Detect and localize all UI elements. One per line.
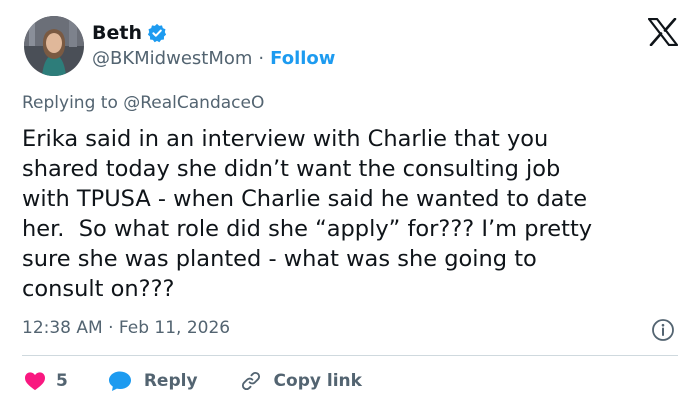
info-icon[interactable] [651, 318, 675, 342]
tweet-date: Feb 11, 2026 [118, 318, 231, 338]
tweet-line: with TPUSA - when Charlie said he wanted… [22, 186, 588, 212]
reply-label: Reply [143, 371, 198, 391]
copy-link-label: Copy link [273, 371, 362, 391]
reply-bubble-icon [108, 370, 132, 392]
copy-link-button[interactable]: Copy link [228, 370, 362, 392]
separator-dot: · [258, 48, 265, 69]
follow-button[interactable]: Follow [270, 48, 335, 69]
link-icon [240, 370, 262, 392]
tweet-timestamp[interactable]: 12:38 AM · Feb 11, 2026 [22, 318, 230, 338]
author-handle-row: @BKMidwestMom · Follow [92, 48, 335, 69]
tweet-line: shared today she didn’t want the consult… [22, 156, 561, 182]
action-bar: 5 Reply Copy link [24, 370, 362, 392]
tweet-line: consult on??? [22, 276, 175, 302]
like-count: 5 [56, 371, 68, 391]
author-name[interactable]: Beth [92, 22, 142, 44]
replying-to-line: Replying to @RealCandaceO [22, 93, 264, 113]
like-button[interactable]: 5 [24, 371, 68, 391]
author-handle[interactable]: @BKMidwestMom [92, 48, 252, 69]
tweet-line: Erika said in an interview with Charlie … [22, 126, 549, 152]
tweet-text: Erika said in an interview with Charlie … [22, 124, 682, 304]
separator-dot: · [108, 318, 114, 338]
reply-button[interactable]: Reply [96, 370, 198, 392]
verified-badge-icon [147, 23, 167, 43]
x-logo-icon[interactable] [647, 17, 679, 47]
tweet-line: sure she was planted - what was she goin… [22, 246, 537, 272]
heart-icon [24, 371, 46, 391]
tweet-line: her. So what role did she “apply” for???… [22, 216, 593, 242]
author-name-row: Beth [92, 22, 167, 44]
tweet-time: 12:38 AM [22, 318, 103, 338]
avatar[interactable] [24, 16, 84, 76]
replying-to-mention[interactable]: @RealCandaceO [123, 93, 264, 113]
divider [22, 355, 678, 356]
replying-to-prefix: Replying to [22, 93, 118, 113]
